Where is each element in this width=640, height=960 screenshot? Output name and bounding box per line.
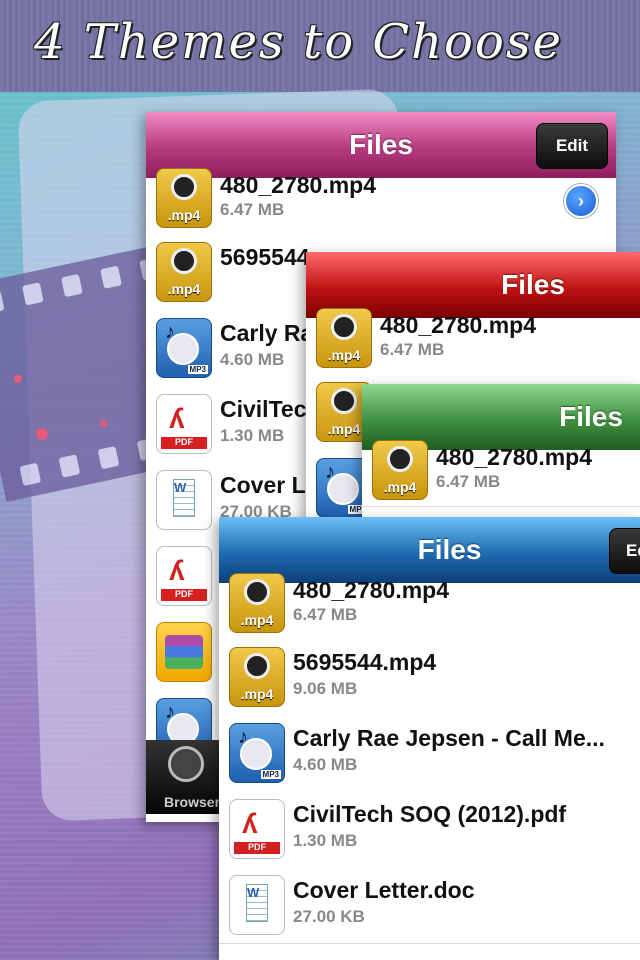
pink-navbar: Files Edit xyxy=(146,112,616,178)
file-name: Carly Rae Jepsen - Call Me... xyxy=(293,725,605,751)
globe-icon xyxy=(168,746,204,782)
tab-browser[interactable]: Browser xyxy=(146,740,220,814)
file-size: 1.30 MB xyxy=(220,426,285,445)
doc-file-icon: W xyxy=(229,875,285,935)
video-file-icon: .mp4 xyxy=(156,168,212,228)
video-file-icon: .mp4 xyxy=(229,647,285,707)
pdf-file-icon: ʎ PDF xyxy=(229,799,285,859)
paint-splat xyxy=(14,375,22,383)
paint-splat xyxy=(100,420,107,427)
pink-navbar-title: Files xyxy=(349,129,413,160)
video-file-icon: .mp4 xyxy=(156,242,212,302)
mp3-file-icon: ♪ MP3 xyxy=(229,723,285,783)
green-navbar-title: Files xyxy=(559,401,623,432)
file-size: 4.60 MB xyxy=(220,350,285,369)
list-item[interactable]: .mp4 480_2780.mp4 6.47 MB xyxy=(306,308,640,375)
file-size: 4.60 MB xyxy=(293,755,358,774)
video-file-icon: .mp4 xyxy=(316,308,372,368)
paint-splat xyxy=(36,428,48,440)
file-name: CivilTech SOQ (2012).pdf xyxy=(293,801,567,827)
file-size: 6.47 MB xyxy=(220,200,285,219)
green-theme-panel: Files .mp4 480_2780.mp4 6.47 MB xyxy=(362,384,640,524)
list-item[interactable]: .mp4 5695544.mp4 9.06 MB xyxy=(219,639,640,716)
headline: 4 Themes to Choose xyxy=(34,14,563,70)
file-size: 6.47 MB xyxy=(293,605,358,624)
edit-button[interactable]: Ed xyxy=(609,528,640,574)
file-name: Carly Ra xyxy=(220,320,314,346)
blue-theme-panel: Files Ed .mp4 480_2780.mp4 6.47 MB .mp4 … xyxy=(219,517,640,960)
file-name: Cover Letter.doc xyxy=(293,877,475,903)
file-name: 480_2780.mp4 xyxy=(380,312,537,338)
file-name: 480_2780.mp4 xyxy=(293,577,450,603)
video-file-icon: .mp4 xyxy=(372,440,428,500)
blue-navbar: Files Ed xyxy=(219,517,640,583)
list-item[interactable]: W Cover Letter.doc 27.00 KB xyxy=(219,867,640,944)
zip-file-icon xyxy=(156,622,212,682)
file-size: 6.47 MB xyxy=(436,472,501,491)
file-name: 480_2780.mp4 xyxy=(220,172,377,198)
mp3-file-icon: ♪ MP3 xyxy=(156,318,212,378)
pdf-file-icon: ʎ PDF xyxy=(156,394,212,454)
file-size: 9.06 MB xyxy=(293,679,358,698)
list-item[interactable]: .mp4 480_2780.mp4 6.47 MB › xyxy=(146,168,616,235)
file-size: 6.47 MB xyxy=(380,340,445,359)
list-item[interactable]: ʎ PDF CivilTech SOQ (2012).pdf 1.30 MB xyxy=(219,791,640,868)
video-file-icon: .mp4 xyxy=(229,573,285,633)
file-size: 27.00 KB xyxy=(293,907,365,926)
list-item[interactable]: ♪ MP3 Carly Rae Jepsen - Call Me... 4.60 … xyxy=(219,715,640,792)
doc-file-icon: W xyxy=(156,470,212,530)
red-navbar-title: Files xyxy=(501,269,565,300)
pdf-file-icon: ʎ PDF xyxy=(156,546,212,606)
blue-navbar-title: Files xyxy=(417,534,482,565)
file-size: 1.30 MB xyxy=(293,831,358,850)
file-name: 5695544 xyxy=(220,244,310,270)
edit-button[interactable]: Edit xyxy=(536,123,608,169)
list-item[interactable]: .mp4 480_2780.mp4 6.47 MB xyxy=(362,440,640,507)
tab-label: Browser xyxy=(164,794,221,810)
file-name: 5695544.mp4 xyxy=(293,649,437,675)
disclosure-chevron-icon[interactable]: › xyxy=(564,184,598,218)
file-name: Cover L xyxy=(220,472,306,498)
file-name: 480_2780.mp4 xyxy=(436,444,593,470)
list-item[interactable]: .mp4 480_2780.mp4 6.47 MB xyxy=(219,573,640,640)
